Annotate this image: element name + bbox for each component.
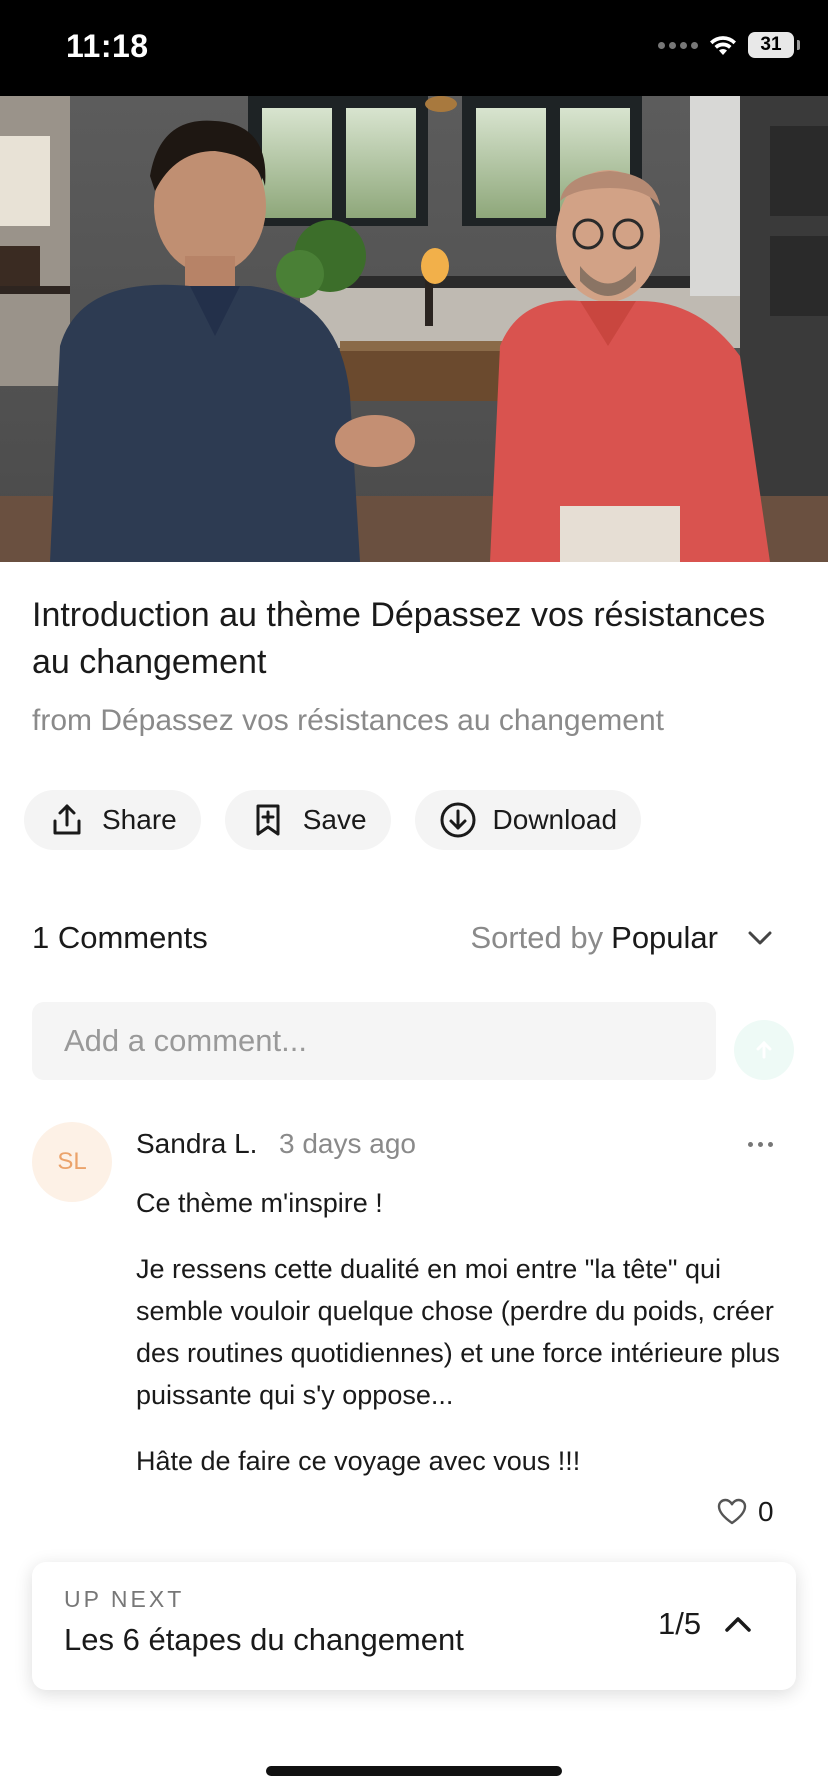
up-next-card[interactable]: UP NEXT Les 6 étapes du changement 1/5 [32,1562,796,1690]
bookmark-plus-icon [256,804,280,836]
lesson-source[interactable]: from Dépassez vos résistances au changem… [32,704,664,738]
download-icon [440,802,476,838]
comments-count: 1 Comments [32,920,208,955]
download-label: Download [492,804,618,835]
wifi-icon [710,36,736,55]
up-next-title: Les 6 étapes du changement [64,1622,464,1657]
chevron-down-icon [748,931,772,945]
status-icons: 31 [658,32,800,58]
share-button[interactable]: Share [24,790,201,850]
comment-paragraph: Ce thème m'inspire ! [136,1188,383,1218]
save-label: Save [302,804,367,835]
send-comment-button[interactable] [734,1020,794,1080]
video-frame-image [0,96,828,562]
up-next-position: 1/5 [658,1606,702,1641]
sort-value: Popular [611,920,718,955]
comments-header: 1 Comments Sorted by Popular [32,916,778,960]
status-time: 11:18 [66,28,149,64]
like-button[interactable]: 0 [716,1496,774,1528]
up-next-label: UP NEXT [64,1586,185,1612]
download-button[interactable]: Download [414,790,642,850]
avatar[interactable]: SL [32,1122,112,1202]
home-indicator[interactable] [266,1766,562,1776]
comment-paragraph: Je ressens cette dualité en moi entre "l… [136,1254,780,1410]
send-arrow-icon [756,1040,772,1059]
comment-author[interactable]: Sandra L. [136,1128,257,1160]
status-bar: 11:18 31 [0,0,828,96]
chevron-up-icon[interactable] [718,1604,758,1644]
heart-icon [717,1498,747,1525]
comment-timestamp: 3 days ago [279,1128,416,1159]
cellular-signal-icon [658,41,698,49]
like-count: 0 [758,1496,774,1527]
more-options-icon[interactable] [740,1130,780,1158]
battery-icon: 31 [748,32,800,58]
share-icon [53,804,81,835]
comment-body: Ce thème m'inspire ! Je ressens cette du… [136,1182,796,1506]
share-label: Share [102,804,177,835]
sort-prefix: Sorted by [470,920,604,955]
save-button[interactable]: Save [224,790,391,850]
action-bar: Share Save Download [24,790,642,850]
video-player[interactable] [0,96,828,562]
comment-input[interactable]: Add a comment... [32,1002,716,1080]
lesson-title: Introduction au thème Dépassez vos résis… [32,596,766,681]
comment-paragraph: Hâte de faire ce voyage avec vous !!! [136,1446,581,1476]
sort-dropdown[interactable]: Sorted by Popular [470,920,778,956]
